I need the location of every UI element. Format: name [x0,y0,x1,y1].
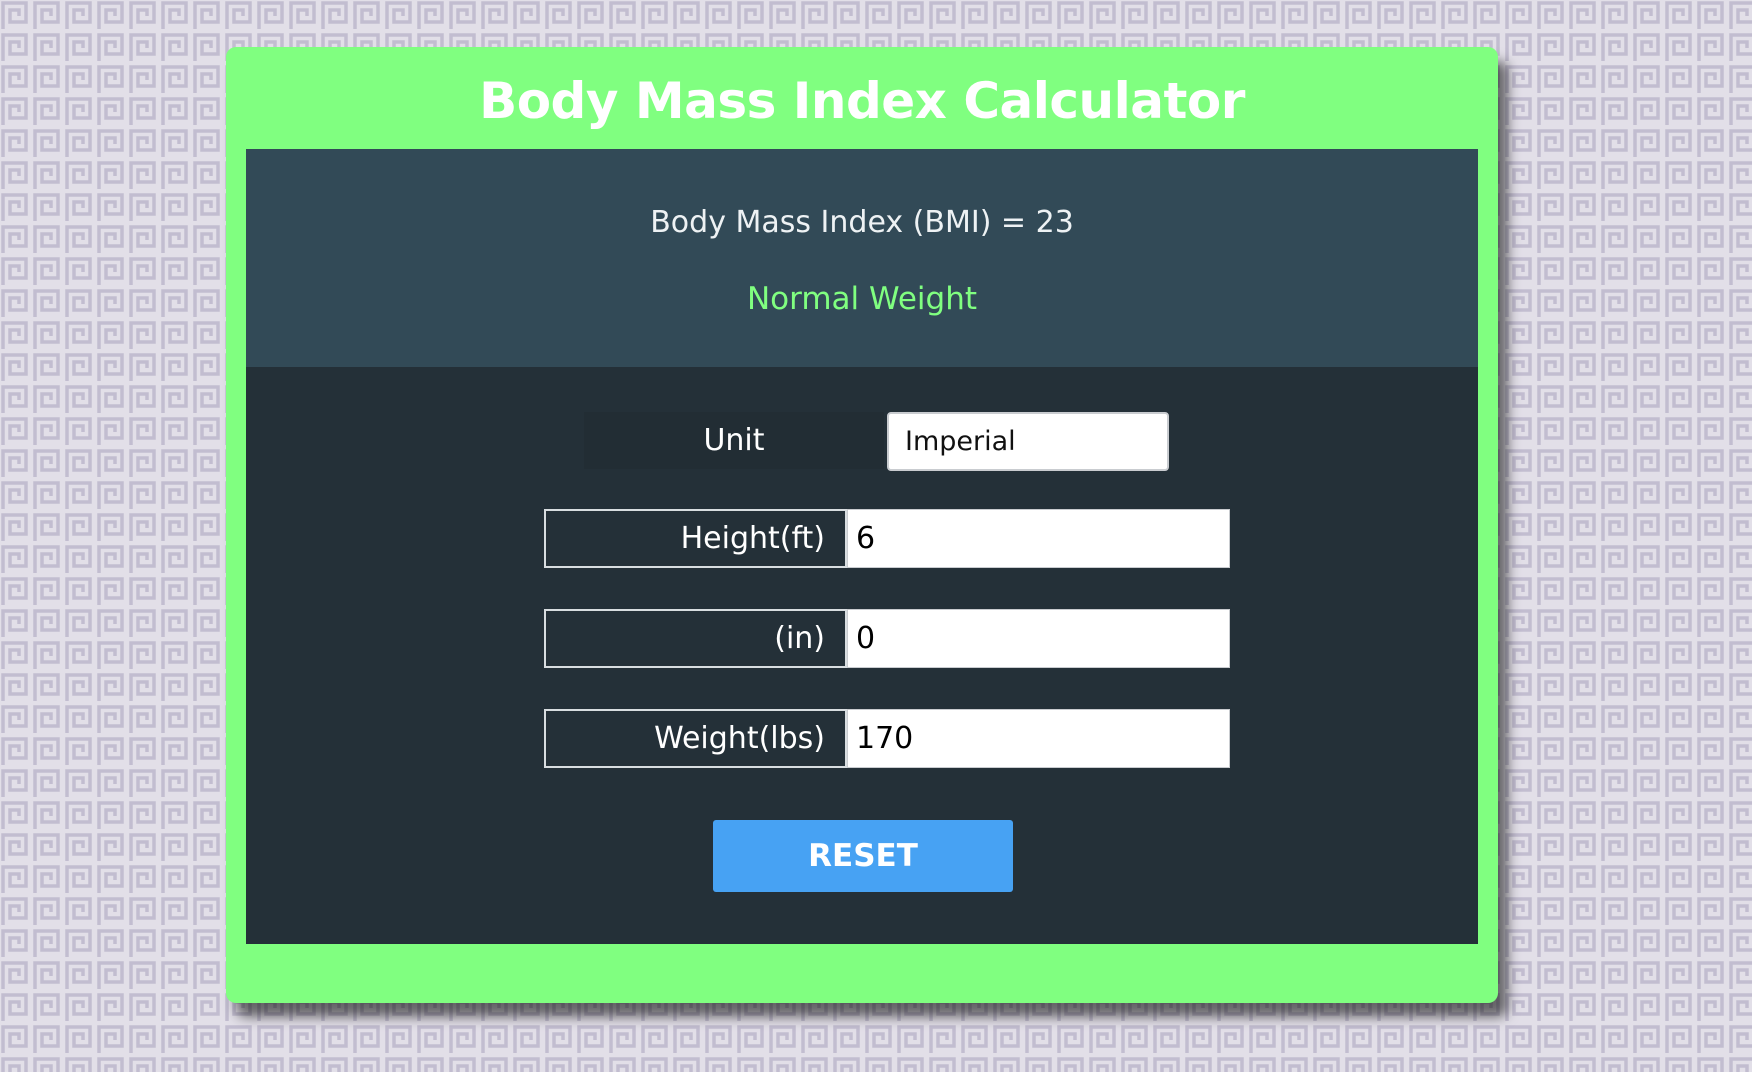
height-in-input[interactable]: 0 [847,609,1230,668]
input-form-panel: Unit Imperial Height(ft) 6 (in) 0 Weight… [246,367,1478,944]
height-in-label: (in) [544,609,847,668]
unit-label: Unit [584,412,884,469]
result-panel: Body Mass Index (BMI) = 23 Normal Weight [246,149,1478,367]
page-title: Body Mass Index Calculator [479,72,1245,130]
unit-select[interactable]: Imperial [887,412,1169,471]
height-in-row: (in) 0 [544,609,1230,668]
weight-label: Weight(lbs) [544,709,847,768]
bmi-calculator-card: Body Mass Index Calculator Body Mass Ind… [226,47,1498,1003]
height-ft-input[interactable]: 6 [847,509,1230,568]
height-ft-label: Height(ft) [544,509,847,568]
height-ft-row: Height(ft) 6 [544,509,1230,568]
weight-status-text: Normal Weight [746,281,978,317]
bmi-result-text: Body Mass Index (BMI) = 23 [650,205,1074,240]
weight-row: Weight(lbs) 170 [544,709,1230,768]
reset-button[interactable]: RESET [713,820,1013,892]
weight-input[interactable]: 170 [847,709,1230,768]
